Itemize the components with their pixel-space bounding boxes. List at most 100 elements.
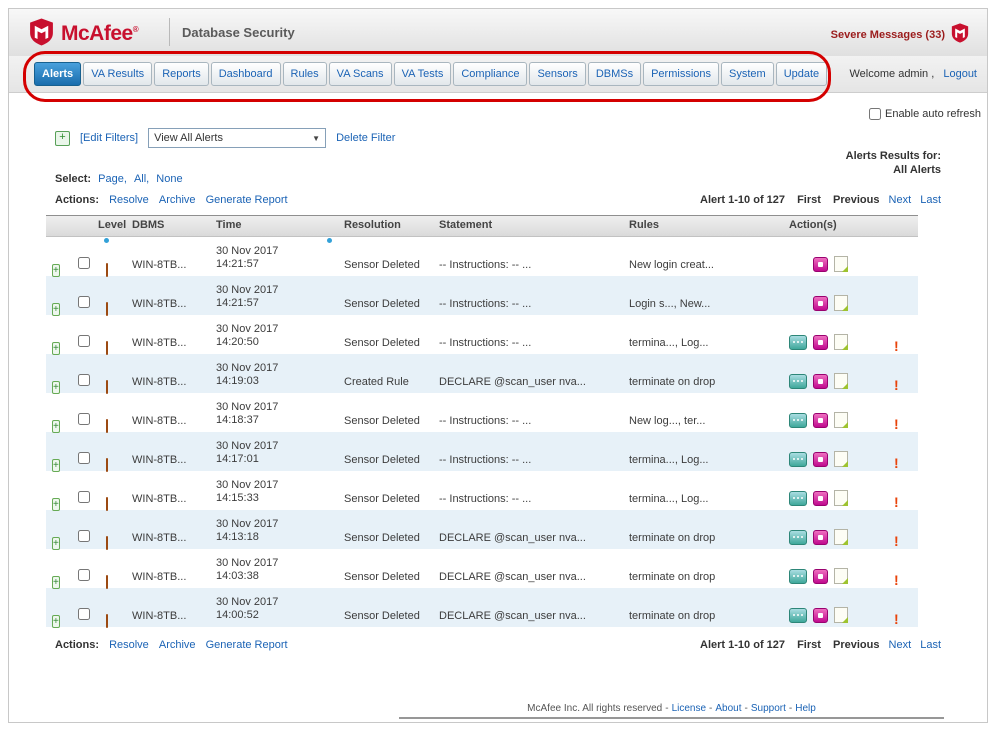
footer-link[interactable]: Help [795,703,816,714]
column-header-resolution[interactable]: Resolution [344,216,439,236]
playback-icon[interactable] [789,335,807,350]
generate-report-icon[interactable] [834,490,848,506]
logout-link[interactable]: Logout [943,68,977,80]
edit-filters-link[interactable]: [Edit Filters] [80,132,138,144]
row-checkbox[interactable] [78,491,90,503]
nav-tab[interactable]: VA Scans [329,62,392,86]
expand-row-icon[interactable]: + [52,303,60,316]
footer-link[interactable]: About [715,703,741,714]
nav-tab[interactable]: Compliance [453,62,527,86]
expand-row-icon[interactable]: + [52,459,60,472]
create-rule-icon[interactable] [813,335,828,350]
generate-report-icon[interactable] [834,529,848,545]
delete-filter-link[interactable]: Delete Filter [336,132,395,144]
auto-refresh-checkbox[interactable] [869,108,881,120]
nav-tab[interactable]: Sensors [529,62,585,86]
playback-icon[interactable] [789,491,807,506]
nav-tab[interactable]: Alerts [34,62,81,86]
generate-report-icon[interactable] [834,607,848,623]
playback-icon[interactable] [789,530,807,545]
footer-link[interactable]: Support [751,703,786,714]
nav-tab[interactable]: Update [776,62,827,86]
last-page-link[interactable]: Last [920,639,941,651]
nav-tab[interactable]: Permissions [643,62,719,86]
expand-row-icon[interactable]: + [52,498,60,511]
row-checkbox[interactable] [78,257,90,269]
expand-row-icon[interactable]: + [52,264,60,277]
nav-tab[interactable]: System [721,62,774,86]
generate-report-icon[interactable] [834,334,848,350]
column-header-rules[interactable]: Rules [629,216,789,236]
expand-row-icon[interactable]: + [52,420,60,433]
nav-tab[interactable]: VA Tests [394,62,452,86]
nav-tab[interactable]: Reports [154,62,209,86]
row-checkbox[interactable] [78,335,90,347]
create-rule-icon[interactable] [813,296,828,311]
row-checkbox[interactable] [78,608,90,620]
create-rule-icon[interactable] [813,374,828,389]
next-page-link[interactable]: Next [889,194,912,206]
nav-tab[interactable]: Rules [283,62,327,86]
create-rule-icon[interactable] [813,413,828,428]
select-option-link[interactable]: None [156,173,182,185]
row-checkbox[interactable] [78,374,90,386]
action-link[interactable]: Resolve [109,194,149,206]
expand-filters-icon[interactable]: + [55,131,70,146]
action-link[interactable]: Generate Report [206,639,288,651]
severe-messages-link[interactable]: Severe Messages (33) [831,23,969,46]
row-checkbox[interactable] [78,452,90,464]
resolution-cell: Sensor Deleted [344,571,439,588]
expand-row-icon[interactable]: + [52,576,60,589]
generate-report-icon[interactable] [834,256,848,272]
column-header-level[interactable]: Level [98,216,132,236]
create-rule-icon[interactable] [813,608,828,623]
generate-report-icon[interactable] [834,412,848,428]
column-header-actions[interactable]: Action(s) [789,216,894,236]
column-header-time[interactable]: Time [216,216,344,236]
row-checkbox[interactable] [78,296,90,308]
playback-icon[interactable] [789,413,807,428]
create-rule-icon[interactable] [813,491,828,506]
playback-icon[interactable] [789,452,807,467]
generate-report-icon[interactable] [834,373,848,389]
create-rule-icon[interactable] [813,530,828,545]
filter-dropdown[interactable]: View All Alerts ▼ [148,128,326,148]
statement-cell: DECLARE @scan_user nva... [439,532,629,549]
footer-separator: - [745,703,748,714]
column-header-dbms[interactable]: DBMS [132,216,216,236]
generate-report-icon[interactable] [834,568,848,584]
select-option-link[interactable]: Page, [98,173,127,185]
last-page-link[interactable]: Last [920,194,941,206]
row-checkbox[interactable] [78,413,90,425]
expand-row-icon[interactable]: + [52,381,60,394]
action-link[interactable]: Generate Report [206,194,288,206]
footer-link[interactable]: License [672,703,706,714]
row-checkbox[interactable] [78,569,90,581]
select-option-link[interactable]: All, [134,173,149,185]
next-page-link[interactable]: Next [889,639,912,651]
nav-tab[interactable]: DBMSs [588,62,641,86]
column-header-statement[interactable]: Statement [439,216,629,236]
severity-level-icon [106,614,108,628]
expand-row-icon[interactable]: + [52,342,60,355]
create-rule-icon[interactable] [813,569,828,584]
nav-tab[interactable]: Dashboard [211,62,281,86]
nav-tab[interactable]: VA Results [83,62,152,86]
playback-icon[interactable] [789,569,807,584]
action-link[interactable]: Archive [159,639,196,651]
severity-level-icon [106,263,108,277]
expand-row-icon[interactable]: + [52,537,60,550]
action-link[interactable]: Resolve [109,639,149,651]
playback-icon[interactable] [789,608,807,623]
severe-alert-icon: ! [894,338,899,358]
create-rule-icon[interactable] [813,452,828,467]
row-checkbox[interactable] [78,530,90,542]
severity-level-icon [106,536,108,550]
create-rule-icon[interactable] [813,257,828,272]
generate-report-icon[interactable] [834,295,848,311]
playback-icon[interactable] [789,374,807,389]
auto-refresh-control: Enable auto refresh [869,108,981,120]
action-link[interactable]: Archive [159,194,196,206]
generate-report-icon[interactable] [834,451,848,467]
expand-row-icon[interactable]: + [52,615,60,628]
